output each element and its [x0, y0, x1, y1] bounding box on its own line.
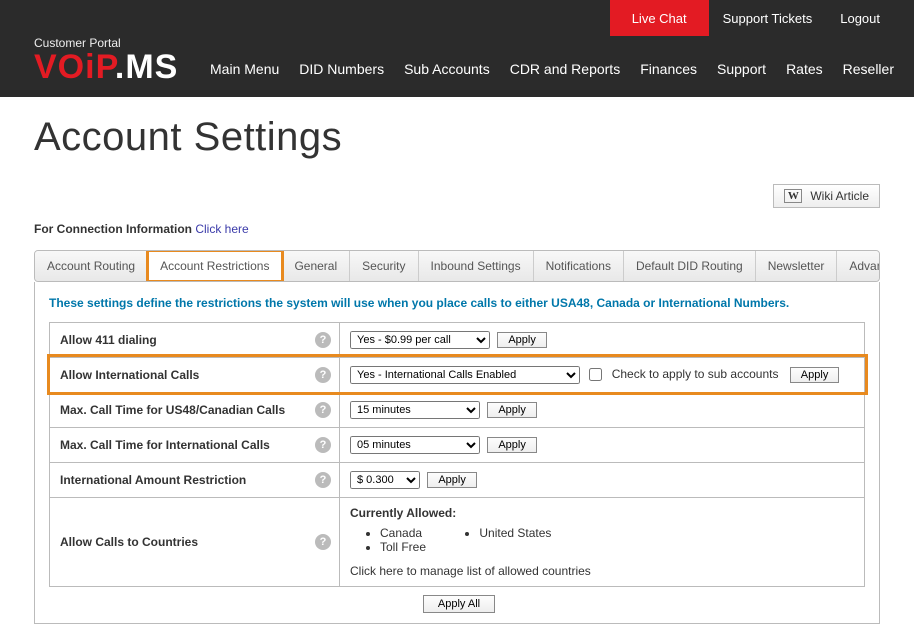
tab-inbound-settings[interactable]: Inbound Settings [419, 251, 534, 281]
wiki-article-button[interactable]: W Wiki Article [773, 184, 880, 208]
row-allow-countries: Allow Calls to Countries ? Currently All… [50, 497, 865, 586]
logo-word-voip: VOiP [34, 48, 115, 86]
nav-sub-accounts[interactable]: Sub Accounts [404, 61, 490, 77]
tab-advanced[interactable]: Advanced [837, 251, 880, 281]
label-max-international: Max. Call Time for International Calls [60, 438, 270, 452]
apply-411-button[interactable]: Apply [497, 332, 547, 348]
nav-rates[interactable]: Rates [786, 61, 823, 77]
nav-reseller[interactable]: Reseller [843, 61, 894, 77]
allowed-country-tollfree: Toll Free [380, 540, 426, 554]
nav-support[interactable]: Support [717, 61, 766, 77]
tab-general[interactable]: General [282, 251, 350, 281]
currently-allowed-title: Currently Allowed: [350, 506, 854, 520]
nav-cdr-reports[interactable]: CDR and Reports [510, 61, 621, 77]
apply-max-international-button[interactable]: Apply [487, 437, 537, 453]
main-nav: Main Menu DID Numbers Sub Accounts CDR a… [210, 61, 894, 83]
select-allow-international[interactable]: Yes - International Calls Enabled [350, 366, 580, 384]
help-icon[interactable]: ? [315, 332, 331, 348]
restrictions-panel: These settings define the restrictions t… [34, 282, 880, 624]
label-intl-amount: International Amount Restriction [60, 473, 246, 487]
tab-account-routing[interactable]: Account Routing [35, 251, 148, 281]
panel-description: These settings define the restrictions t… [49, 296, 865, 310]
allowed-country-us: United States [479, 526, 551, 540]
wiki-article-label: Wiki Article [810, 189, 869, 203]
row-intl-amount: International Amount Restriction ? $ 0.3… [50, 462, 865, 497]
allowed-countries-col1: Canada Toll Free [350, 526, 426, 554]
select-allow-411[interactable]: Yes - $0.99 per call [350, 331, 490, 349]
tab-account-restrictions[interactable]: Account Restrictions [148, 251, 282, 281]
page-title: Account Settings [34, 115, 880, 160]
help-icon[interactable]: ? [315, 402, 331, 418]
connection-info-link[interactable]: Click here [195, 222, 248, 236]
brand-logo[interactable]: VOiP.MS [34, 52, 178, 83]
row-max-international: Max. Call Time for International Calls ?… [50, 427, 865, 462]
wiki-icon: W [784, 189, 802, 203]
live-chat-button[interactable]: Live Chat [610, 0, 709, 36]
nav-finances[interactable]: Finances [640, 61, 697, 77]
row-allow-international: Allow International Calls ? Yes - Intern… [50, 357, 865, 392]
label-allow-countries: Allow Calls to Countries [60, 535, 198, 549]
nav-main-menu[interactable]: Main Menu [210, 61, 279, 77]
conn-info-prefix: For Connection Information [34, 222, 195, 236]
checkbox-apply-sub-accounts[interactable] [589, 368, 602, 381]
help-icon[interactable]: ? [315, 472, 331, 488]
tab-security[interactable]: Security [350, 251, 418, 281]
allowed-countries-col2: United States [449, 526, 551, 540]
logo-word-ms: .MS [115, 48, 178, 86]
apply-intl-amount-button[interactable]: Apply [427, 472, 477, 488]
support-tickets-link[interactable]: Support Tickets [709, 0, 827, 36]
select-max-us48[interactable]: 15 minutes [350, 401, 480, 419]
label-max-us48: Max. Call Time for US48/Canadian Calls [60, 403, 285, 417]
tab-notifications[interactable]: Notifications [534, 251, 624, 281]
allowed-country-canada: Canada [380, 526, 426, 540]
apply-international-button[interactable]: Apply [790, 367, 840, 383]
apply-max-us48-button[interactable]: Apply [487, 402, 537, 418]
help-icon[interactable]: ? [315, 534, 331, 550]
help-icon[interactable]: ? [315, 367, 331, 383]
apply-all-button[interactable]: Apply All [423, 595, 495, 613]
settings-tabs: Account Routing Account Restrictions Gen… [34, 250, 880, 282]
select-intl-amount[interactable]: $ 0.300 [350, 471, 420, 489]
label-allow-international: Allow International Calls [60, 368, 199, 382]
logo-block: Customer Portal VOiP.MS [34, 36, 178, 83]
select-max-international[interactable]: 05 minutes [350, 436, 480, 454]
connection-info-text: For Connection Information Click here [34, 222, 880, 236]
restrictions-table: Allow 411 dialing ? Yes - $0.99 per call… [49, 322, 865, 587]
row-max-us48: Max. Call Time for US48/Canadian Calls ?… [50, 392, 865, 427]
logout-link[interactable]: Logout [826, 0, 894, 36]
manage-countries-link[interactable]: Click here to manage list of allowed cou… [350, 564, 854, 578]
row-allow-411: Allow 411 dialing ? Yes - $0.99 per call… [50, 322, 865, 357]
tab-default-did-routing[interactable]: Default DID Routing [624, 251, 756, 281]
nav-did-numbers[interactable]: DID Numbers [299, 61, 384, 77]
tab-newsletter[interactable]: Newsletter [756, 251, 838, 281]
label-allow-411: Allow 411 dialing [60, 333, 157, 347]
help-icon[interactable]: ? [315, 437, 331, 453]
label-apply-sub-accounts: Check to apply to sub accounts [612, 367, 779, 381]
